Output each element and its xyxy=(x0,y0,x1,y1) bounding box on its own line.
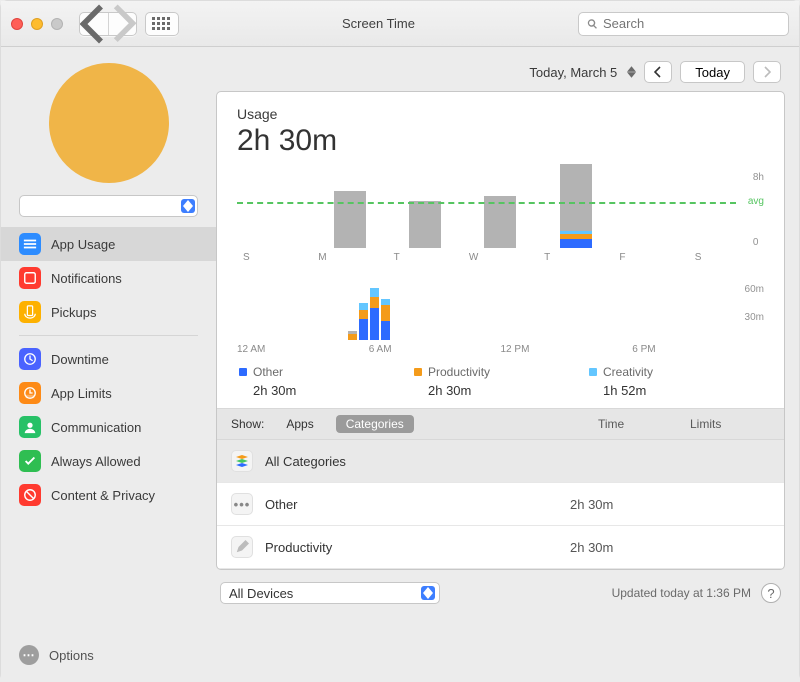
sidebar-divider xyxy=(19,335,198,336)
list-item-name: All Categories xyxy=(265,454,570,469)
close-window-button[interactable] xyxy=(11,18,23,30)
sidebar-item-app-limits[interactable]: App Limits xyxy=(1,376,216,410)
search-input[interactable] xyxy=(603,16,780,31)
grid-icon xyxy=(146,13,176,35)
sidebar-item-label: Notifications xyxy=(51,271,122,286)
up-down-stepper-icon xyxy=(421,586,435,600)
legend: Other2h 30mProductivity2h 30mCreativity1… xyxy=(237,365,764,398)
avg-line xyxy=(237,202,736,204)
list-item-time: 2h 30m xyxy=(570,540,690,555)
filter-row: Show: Apps Categories Time Limits xyxy=(217,408,784,440)
list-item-icon xyxy=(231,450,253,472)
legend-item: Other2h 30m xyxy=(239,365,414,398)
sidebar-item-downtime[interactable]: Downtime xyxy=(1,342,216,376)
weekly-axis: 8h0 xyxy=(753,172,764,248)
list-item-time: 2h 30m xyxy=(570,497,690,512)
footer: All Devices Updated today at 1:36 PM ? xyxy=(216,570,785,616)
pickups-icon xyxy=(19,301,41,323)
sidebar-item-label: Content & Privacy xyxy=(51,488,155,503)
today-button[interactable]: Today xyxy=(680,61,745,83)
window-title: Screen Time xyxy=(187,16,570,31)
back-button[interactable] xyxy=(80,13,108,35)
list-item-icon: ••• xyxy=(231,493,253,515)
sidebar-item-label: App Usage xyxy=(51,237,115,252)
up-down-stepper-icon xyxy=(181,199,195,213)
date-nav xyxy=(644,61,672,83)
hourly-chart: 60m30m 12 AM6 AM12 PM6 PM xyxy=(237,284,764,355)
options-icon: ⋯ xyxy=(19,645,39,665)
titlebar: Screen Time xyxy=(1,1,799,47)
notifications-icon xyxy=(19,267,41,289)
updated-label: Updated today at 1:36 PM xyxy=(612,586,751,600)
app-limits-icon xyxy=(19,382,41,404)
usage-title: Usage xyxy=(237,106,764,122)
sidebar-item-pickups[interactable]: Pickups xyxy=(1,295,216,329)
sidebar-item-notifications[interactable]: Notifications xyxy=(1,261,216,295)
content-privacy-icon xyxy=(19,484,41,506)
downtime-icon xyxy=(19,348,41,370)
main-content: Today, March 5 Today Usage 2h 30m xyxy=(216,47,799,682)
search-icon xyxy=(587,18,598,30)
nav-back-forward xyxy=(79,12,137,36)
list-item[interactable]: All Categories xyxy=(217,440,784,483)
weekly-chart: avg 8h0 SMTWTFS xyxy=(237,172,764,272)
legend-item: Creativity1h 52m xyxy=(589,365,764,398)
usage-total: 2h 30m xyxy=(237,124,764,158)
sidebar-item-label: App Limits xyxy=(51,386,112,401)
sidebar-item-label: Downtime xyxy=(51,352,109,367)
sidebar-item-label: Communication xyxy=(51,420,141,435)
options-button[interactable]: ⋯ Options xyxy=(1,639,216,671)
list-item-icon xyxy=(231,536,253,558)
list-item-name: Productivity xyxy=(265,540,570,555)
sidebar-item-content-privacy[interactable]: Content & Privacy xyxy=(1,478,216,512)
list-item-name: Other xyxy=(265,497,570,512)
date-label: Today, March 5 xyxy=(529,65,617,80)
sidebar-item-label: Always Allowed xyxy=(51,454,141,469)
search-field[interactable] xyxy=(578,12,789,36)
date-stepper[interactable] xyxy=(627,66,636,78)
app-usage-icon xyxy=(19,233,41,255)
forward-button[interactable] xyxy=(108,13,136,35)
date-row: Today, March 5 Today xyxy=(216,57,785,91)
show-label: Show: xyxy=(231,417,264,431)
list-item[interactable]: ••• Other2h 30m xyxy=(217,483,784,526)
communication-icon xyxy=(19,416,41,438)
filter-apps[interactable]: Apps xyxy=(276,415,323,433)
time-header: Time xyxy=(598,417,678,431)
all-prefs-button[interactable] xyxy=(145,12,179,36)
usage-card: Usage 2h 30m avg 8h0 SMTWTFS 60m30m xyxy=(216,91,785,570)
sidebar-item-communication[interactable]: Communication xyxy=(1,410,216,444)
sidebar: App Usage Notifications Pickups Downtime Ap… xyxy=(1,47,216,682)
sidebar-item-app-usage[interactable]: App Usage xyxy=(1,227,216,261)
legend-item: Productivity2h 30m xyxy=(414,365,589,398)
hourly-axis: 60m30m xyxy=(745,284,764,340)
minimize-window-button[interactable] xyxy=(31,18,43,30)
date-nav2 xyxy=(753,61,781,83)
device-select-label: All Devices xyxy=(229,586,293,601)
user-select[interactable] xyxy=(19,195,198,217)
user-avatar[interactable] xyxy=(49,63,169,183)
device-select[interactable]: All Devices xyxy=(220,582,440,604)
limits-header: Limits xyxy=(690,417,770,431)
date-next-button[interactable] xyxy=(754,62,780,82)
list-item[interactable]: Productivity2h 30m xyxy=(217,526,784,569)
sidebar-item-label: Pickups xyxy=(51,305,97,320)
window-controls xyxy=(11,18,63,30)
filter-categories[interactable]: Categories xyxy=(336,415,414,433)
options-label: Options xyxy=(49,648,94,663)
date-prev-button[interactable] xyxy=(645,62,671,82)
zoom-window-button[interactable] xyxy=(51,18,63,30)
help-button[interactable]: ? xyxy=(761,583,781,603)
category-list: All Categories•••Other2h 30mProductivity… xyxy=(217,440,784,569)
always-allowed-icon xyxy=(19,450,41,472)
sidebar-item-always-allowed[interactable]: Always Allowed xyxy=(1,444,216,478)
